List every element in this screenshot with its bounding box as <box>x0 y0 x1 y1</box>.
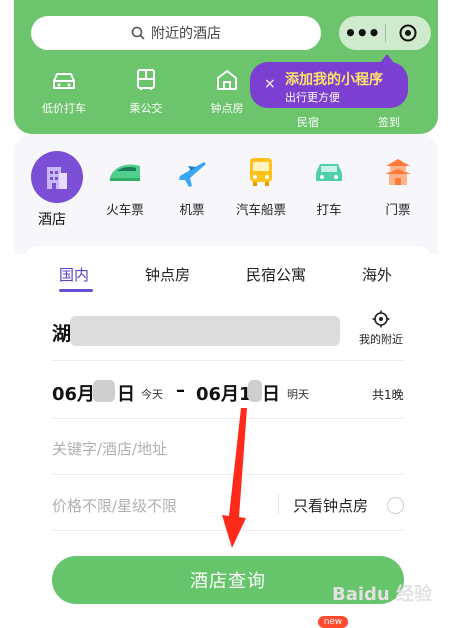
app-frame: 附近的酒店 ••• 低价打车 乘公交 钟点房 民宿 签到 × 添加我的小程序 出… <box>0 0 450 628</box>
checkin-suffix: 日 <box>117 384 135 405</box>
train-icon <box>110 164 140 181</box>
taxi-icon <box>316 164 342 181</box>
category-train[interactable]: 火车票 <box>90 154 160 218</box>
divider <box>52 360 404 361</box>
search-icon <box>131 26 145 40</box>
tab-hourly-room[interactable]: 钟点房 <box>145 264 190 285</box>
keyword-input[interactable]: 关键字/酒店/地址 <box>52 438 167 459</box>
quick-nav-homestay[interactable]: 民宿 <box>268 114 348 130</box>
blurred-checkout-day <box>248 380 262 402</box>
hourly-only-radio[interactable] <box>387 497 404 514</box>
divider <box>52 418 404 419</box>
active-tab-indicator <box>59 289 93 292</box>
category-label: 汽车船票 <box>235 202 286 217</box>
date-dash: – <box>176 380 185 401</box>
checkin-date[interactable]: 06月 <box>52 380 95 406</box>
category-label: 火车票 <box>106 202 144 217</box>
quick-nav-label: 钟点房 <box>210 102 244 115</box>
miniapp-capsule: ••• <box>339 16 431 50</box>
new-badge: new <box>318 616 348 628</box>
tooltip-notch <box>380 54 394 63</box>
add-miniapp-tooltip[interactable]: × 添加我的小程序 出行更方便 <box>250 54 408 108</box>
category-tickets[interactable]: 门票 <box>363 154 433 218</box>
bus-icon <box>250 158 272 186</box>
tab-overseas[interactable]: 海外 <box>362 264 392 285</box>
locate-icon <box>372 310 390 328</box>
divider <box>52 530 404 531</box>
blurred-destination <box>70 316 340 346</box>
quick-nav-label: 民宿 <box>297 116 319 129</box>
filter-divider <box>278 494 279 514</box>
quick-nav-cheap-taxi[interactable]: 低价打车 <box>24 68 104 116</box>
tooltip-title: 添加我的小程序 <box>285 72 383 88</box>
category-hotel-button[interactable] <box>31 151 83 203</box>
new-badge-label: new <box>323 617 343 627</box>
watermark: Baidu 经验 <box>332 584 433 605</box>
nearby-label: 我的附近 <box>359 333 403 346</box>
tab-domestic[interactable]: 国内 <box>59 264 89 285</box>
category-label: 门票 <box>385 202 411 217</box>
tab-homestay[interactable]: 民宿公寓 <box>246 264 306 285</box>
quick-nav-checkin[interactable]: 签到 <box>349 114 429 130</box>
category-flight[interactable]: 机票 <box>157 154 227 218</box>
tooltip-subtitle: 出行更方便 <box>285 91 340 104</box>
nights-count: 共1晚 <box>372 388 404 402</box>
quick-nav-label: 乘公交 <box>129 102 163 115</box>
destination-city[interactable]: 湖 <box>52 319 71 346</box>
hotel-icon <box>47 167 67 189</box>
house-icon <box>217 70 237 90</box>
quick-nav-label: 签到 <box>378 116 400 129</box>
more-dots-icon[interactable]: ••• <box>339 16 385 50</box>
car-icon <box>53 73 75 89</box>
price-star-filter[interactable]: 价格不限/星级不限 <box>52 495 177 516</box>
plane-icon <box>179 162 206 187</box>
category-label: 机票 <box>179 202 205 217</box>
search-bar[interactable]: 附近的酒店 <box>31 16 321 50</box>
search-placeholder: 附近的酒店 <box>151 26 221 42</box>
bus-icon <box>137 69 155 90</box>
divider <box>52 474 404 475</box>
category-hotel-label: 酒店 <box>38 212 66 228</box>
hourly-only-label: 只看钟点房 <box>293 497 369 515</box>
my-nearby-button[interactable]: 我的附近 <box>351 310 411 347</box>
checkout-suffix: 日 <box>262 384 280 405</box>
category-bus-ship[interactable]: 汽车船票 <box>226 154 296 218</box>
category-taxi[interactable]: 打车 <box>294 154 364 218</box>
blurred-checkin-day <box>93 380 115 402</box>
checkout-day-label: 明天 <box>287 388 309 401</box>
category-label: 打车 <box>316 202 342 217</box>
quick-nav-label: 低价打车 <box>42 102 86 115</box>
checkin-day-label: 今天 <box>141 388 163 401</box>
close-icon[interactable]: × <box>264 76 276 92</box>
temple-icon <box>385 159 411 185</box>
hotel-search-button-label: 酒店查询 <box>190 571 266 592</box>
target-icon[interactable] <box>385 24 431 42</box>
quick-nav-bus[interactable]: 乘公交 <box>106 68 186 116</box>
checkout-date[interactable]: 06月1 <box>196 380 252 406</box>
